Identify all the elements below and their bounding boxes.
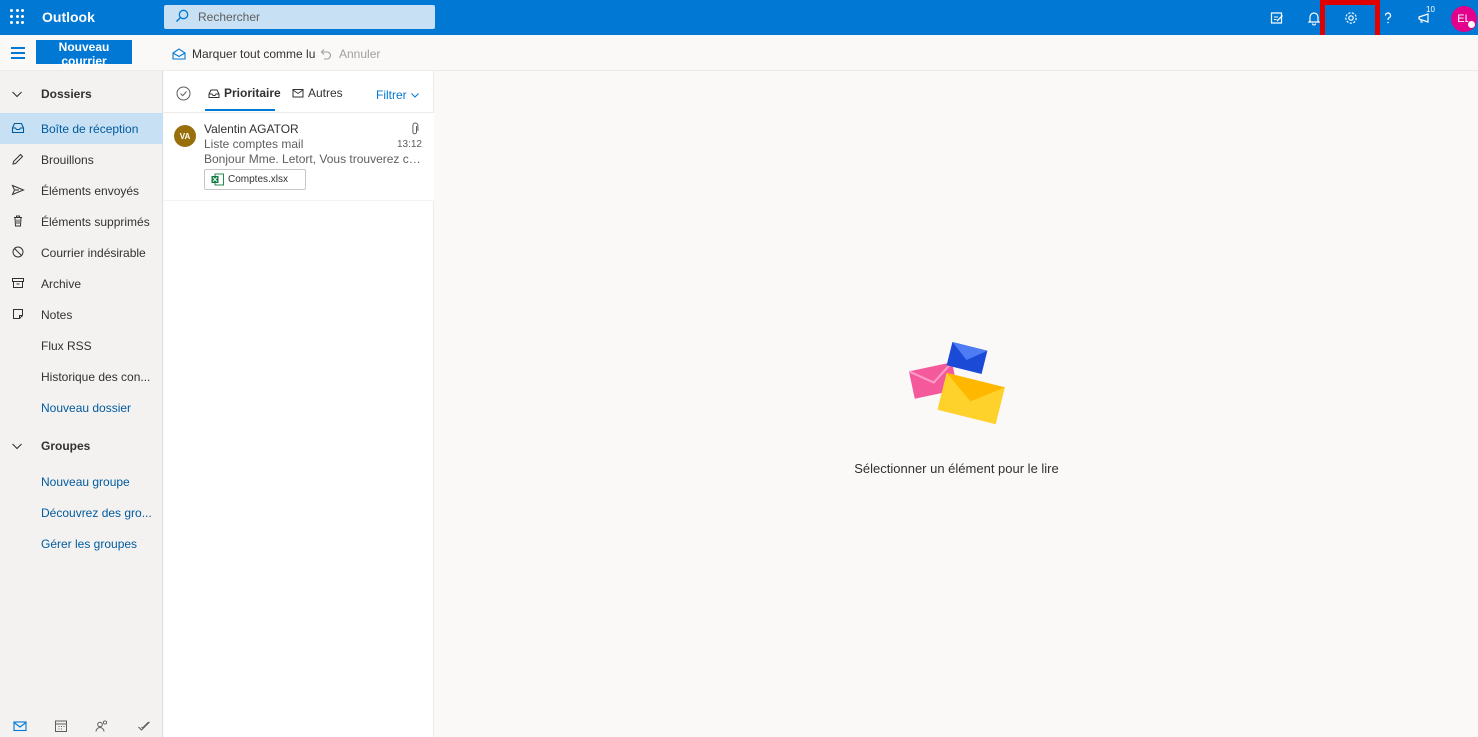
sidebar-item-notes[interactable]: Notes [0, 299, 163, 330]
undo-label: Annuler [339, 47, 381, 61]
send-icon [11, 184, 25, 196]
calendar-icon[interactable] [54, 719, 68, 733]
trash-icon [14, 215, 22, 227]
sidebar-item-label: Gérer les groupes [41, 536, 138, 551]
folder-pane: Dossiers Boîte de réception Brouillons É… [0, 71, 163, 737]
paperclip-icon [412, 122, 419, 135]
folders-heading: Dossiers [41, 87, 92, 101]
search-input[interactable] [198, 7, 428, 27]
sidebar-item-label: Historique des con... [41, 369, 151, 384]
sidebar-item-junk[interactable]: Courrier indésirable [0, 237, 163, 268]
my-day-icon[interactable] [1265, 6, 1289, 30]
mark-all-read-button[interactable]: Marquer tout comme lu [172, 46, 315, 62]
discover-groups-link[interactable]: Découvrez des gro... [0, 497, 163, 528]
active-tab-indicator [205, 109, 275, 111]
mail-icon[interactable] [13, 719, 27, 733]
tab-other[interactable]: Autres [292, 86, 343, 100]
sender-avatar: VA [174, 125, 196, 147]
list-item[interactable]: VA Valentin AGATOR Liste comptes mail 13… [164, 113, 434, 201]
chevron-down-icon [410, 93, 419, 98]
excel-file-icon [211, 173, 224, 186]
message-time: 13:12 [396, 139, 422, 150]
envelope-open-icon [172, 48, 186, 60]
sidebar-item-label: Boîte de réception [41, 121, 139, 136]
message-preview: Bonjour Mme. Letort, Vous trouverez ci-j… [204, 152, 422, 166]
help-icon[interactable] [1376, 6, 1400, 30]
filter-label: Filtrer [376, 88, 407, 102]
sidebar-item-sent[interactable]: Éléments envoyés [0, 175, 163, 206]
mark-all-read-label: Marquer tout comme lu [192, 47, 316, 61]
sidebar-item-archive[interactable]: Archive [0, 268, 163, 299]
new-mail-button[interactable]: Nouveau courrier [36, 40, 132, 68]
attachment-chip[interactable]: Comptes.xlsx [204, 169, 306, 190]
new-group-link[interactable]: Nouveau groupe [0, 466, 163, 497]
sidebar-item-label: Archive [41, 276, 82, 291]
sidebar-item-label: Éléments supprimés [41, 214, 150, 229]
folders-section-header[interactable]: Dossiers [0, 79, 163, 109]
chevron-down-icon [12, 443, 22, 450]
sidebar-item-conversation-history[interactable]: Historique des con... [0, 361, 163, 392]
sidebar-item-deleted[interactable]: Éléments supprimés [0, 206, 163, 237]
message-list-header: Prioritaire Autres Filtrer [164, 71, 434, 113]
module-switcher [0, 713, 163, 737]
inbox-icon [11, 122, 25, 134]
hamburger-menu-icon[interactable] [11, 47, 25, 59]
notification-badge: 10 [1426, 5, 1435, 14]
new-folder-link[interactable]: Nouveau dossier [0, 392, 163, 423]
sidebar-item-label: Brouillons [41, 152, 94, 167]
select-all-checkbox-icon[interactable] [176, 86, 191, 101]
sidebar-item-label: Flux RSS [41, 338, 92, 353]
command-bar: Nouveau courrier Marquer tout comme lu A… [0, 35, 1478, 71]
message-subject: Liste comptes mail [204, 137, 304, 151]
block-icon [12, 246, 24, 258]
chevron-down-icon [12, 91, 22, 98]
undo-button[interactable]: Annuler [319, 46, 380, 62]
top-bar: Outlook 10 EL [0, 0, 1478, 47]
archive-icon [12, 278, 24, 288]
other-inbox-icon [292, 89, 304, 98]
pencil-icon [12, 153, 24, 165]
app-launcher-icon[interactable] [10, 9, 26, 25]
reading-pane: Sélectionner un élément pour le lire [435, 71, 1478, 737]
note-icon [13, 309, 23, 319]
sidebar-item-label: Éléments envoyés [41, 183, 140, 198]
undo-icon [320, 49, 332, 60]
search-icon[interactable] [174, 8, 190, 24]
search-box[interactable] [164, 5, 435, 29]
tab-focused[interactable]: Prioritaire [208, 86, 281, 100]
sidebar-item-label: Courrier indésirable [41, 245, 146, 260]
sidebar-item-inbox[interactable]: Boîte de réception [0, 113, 163, 144]
envelopes-illustration-icon [909, 342, 1005, 425]
tab-label: Autres [308, 86, 343, 100]
message-sender: Valentin AGATOR [204, 122, 299, 136]
attachment-name: Comptes.xlsx [228, 174, 289, 185]
sidebar-item-label: Nouveau groupe [41, 474, 130, 489]
filter-button[interactable]: Filtrer [376, 88, 420, 102]
groups-section-header[interactable]: Groupes [0, 431, 163, 461]
app-title[interactable]: Outlook [42, 9, 95, 25]
tab-label: Prioritaire [224, 86, 281, 100]
presence-status-icon [1467, 20, 1476, 29]
sidebar-item-label: Nouveau dossier [41, 400, 132, 415]
sidebar-item-label: Découvrez des gro... [41, 505, 152, 520]
people-icon[interactable] [95, 719, 109, 733]
empty-reading-pane-text: Sélectionner un élément pour le lire [854, 461, 1059, 476]
manage-groups-link[interactable]: Gérer les groupes [0, 528, 163, 559]
sidebar-item-label: Notes [41, 307, 73, 322]
groups-heading: Groupes [41, 439, 91, 453]
tasks-icon[interactable] [137, 719, 151, 733]
message-list: Prioritaire Autres Filtrer VA Valentin A… [164, 71, 434, 737]
focused-inbox-icon [208, 89, 220, 98]
sidebar-item-drafts[interactable]: Brouillons [0, 144, 163, 175]
sidebar-item-rss[interactable]: Flux RSS [0, 330, 163, 361]
